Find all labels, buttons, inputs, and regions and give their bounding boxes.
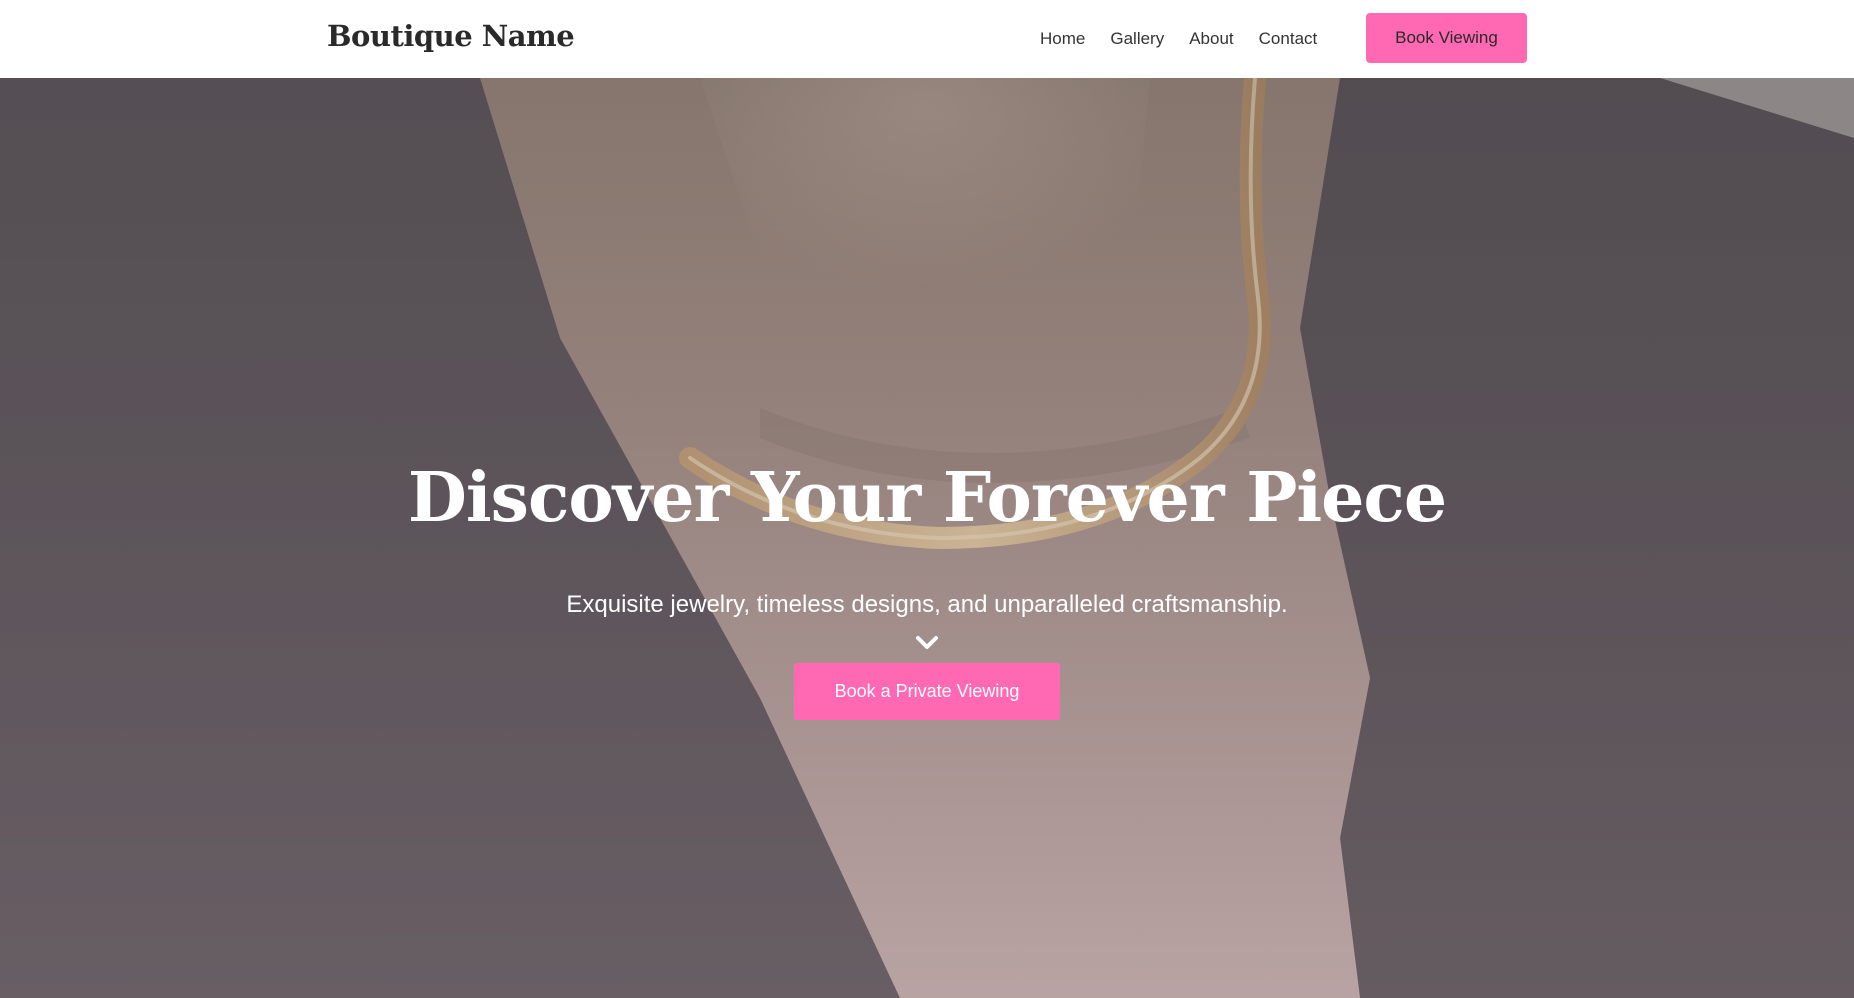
site-header: Boutique Name Home Gallery About Contact… — [0, 0, 1854, 78]
nav-link-contact[interactable]: Contact — [1259, 29, 1318, 49]
hero-overlay — [0, 78, 1854, 998]
chevron-down-icon[interactable] — [915, 635, 939, 651]
nav-link-about[interactable]: About — [1189, 29, 1233, 49]
book-private-viewing-button[interactable]: Book a Private Viewing — [794, 663, 1060, 720]
hero-title: Discover Your Forever Piece — [407, 458, 1447, 538]
nav-link-home[interactable]: Home — [1040, 29, 1085, 49]
book-viewing-button[interactable]: Book Viewing — [1366, 13, 1527, 63]
site-logo[interactable]: Boutique Name — [327, 19, 575, 53]
hero-subtitle: Exquisite jewelry, timeless designs, and… — [566, 591, 1288, 618]
nav-link-gallery[interactable]: Gallery — [1110, 29, 1164, 49]
main-nav: Home Gallery About Contact — [1040, 0, 1342, 78]
hero-section: Discover Your Forever Piece Exquisite je… — [0, 78, 1854, 998]
